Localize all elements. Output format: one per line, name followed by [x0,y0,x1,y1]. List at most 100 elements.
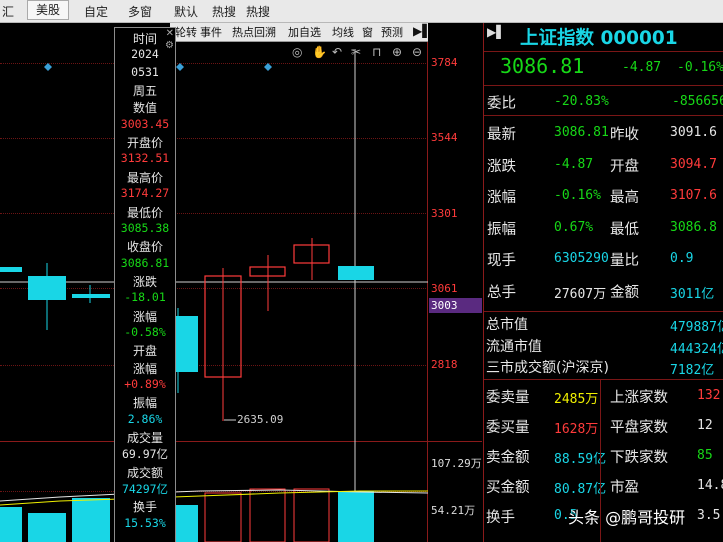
quote-grid-row: 振幅 0.67% 最低 3086.8 [484,211,723,242]
crosshair-price-label: 3003 [431,299,458,312]
eye-icon[interactable]: ◎ [292,45,302,59]
data-window-label: 涨跌 [132,274,157,289]
quote-label: 金额 [610,284,639,301]
undo-icon[interactable]: ↶ [332,45,342,59]
volume-bar [204,492,242,542]
quote-value: 3086.8 [670,219,717,235]
hand-icon[interactable]: ✋ [312,45,327,59]
quote-label: 最新 [487,127,516,143]
market-value: 479887亿 [670,320,723,335]
tab-add-watchlist[interactable]: 加自选 [288,24,321,40]
stats-value: 14.8 [697,478,723,493]
stats-label: 委买量 [486,420,530,436]
market-label: 总市值 [486,317,528,333]
data-window-label: 收盘价 [126,240,163,255]
price-tick: 3301 [431,207,458,220]
volume-bar [0,507,22,542]
data-window-value: 0531 [131,64,159,79]
quote-value: 3094.7 [670,156,717,172]
data-window-value: 74297亿 [121,482,169,497]
tab-window[interactable]: 窗 [362,24,373,40]
quote-label: 昨收 [610,127,639,143]
data-window-value: +0.89% [124,377,166,391]
stats-label: 上涨家数 [610,390,668,406]
quote-label: 总手 [487,284,516,301]
stats-value: 88.59亿 [554,452,607,467]
data-window-value: -18.01 [124,290,166,305]
stats-value: 1628万 [554,422,599,437]
chart-toolbar: 轮转 事件 热点回溯 加自选 均线 窗 预测 ▶▌ [170,23,431,42]
tab-rotation[interactable]: 轮转 [175,24,197,40]
data-window-label: 成交额 [126,465,163,480]
tab-events[interactable]: 事件 [200,24,222,40]
stats-value: 85 [697,448,713,463]
quote-grid-row: 最新 3086.81 昨收 3091.6 [484,116,723,147]
tab-hotspot-review[interactable]: 热点回溯 [232,24,276,40]
data-window-label: 最低价 [126,205,163,220]
candle [174,316,198,372]
volume-bar [338,491,374,542]
data-window-value: 3132.51 [120,151,170,166]
quote-label: 量比 [610,253,639,269]
market-section: 总市值 479887亿流通市值 444324亿三市成交额(沪深京) 7182亿 [484,311,723,380]
quote-value: 0.9 [670,251,694,266]
market-label: 流通市值 [486,338,542,355]
volume-bar [249,488,286,542]
data-window-value: 69.97亿 [121,447,169,462]
volume-tick: 54.21万 [431,504,476,517]
quote-label: 开盘 [610,158,639,175]
weibi-label: 委比 [487,96,516,112]
hot-search-button-2[interactable]: 热搜 [246,3,270,20]
price-change-pct: -0.16% [677,60,723,75]
stats-label: 买金额 [486,480,530,496]
quote-grid-row: 涨跌 -4.87 开盘 3094.7 [484,148,723,179]
data-window-label: 时间 [132,32,157,46]
data-window-value: 3086.81 [120,255,170,270]
stats-label: 卖金额 [486,450,530,466]
multi-window-button[interactable]: 多窗 [128,3,152,20]
hot-search-button-1[interactable]: 热搜 [212,3,236,20]
data-window-label: 周五 [132,84,157,99]
price-tick: 3061 [431,282,458,295]
market-value: 444324亿 [670,341,723,357]
price-tick: 3784 [431,56,458,69]
stats-value: 12 [697,418,713,433]
zoom-in-icon[interactable]: ⊕ [392,45,402,59]
tab-more-arrow-icon[interactable]: ▶▌ [413,24,431,38]
toolbar-left-label[interactable]: 汇 [2,3,14,20]
event-marker-icon [264,63,272,71]
tab-moving-average[interactable]: 均线 [332,24,354,40]
data-window-label: 涨幅 [132,309,157,324]
price-change: -4.87 [622,60,662,75]
lock-icon[interactable]: ⊓ [372,45,381,59]
quote-label: 现手 [487,253,516,269]
kline-chart[interactable]: 3784 3544 3301 3061 3003 2818 107.29万 54… [0,23,482,542]
data-window-label: 涨幅 [132,361,157,376]
quote-title: 上证指数 000001 [520,28,678,49]
volume-bar [293,488,330,542]
data-window-label: 换手 [132,500,157,515]
us-stocks-button[interactable]: 美股 [27,0,69,20]
event-marker-icon [176,63,184,71]
data-window-value: 15.53% [124,515,166,530]
candle [28,276,66,300]
quote-value: 27607万 [554,286,607,302]
stats-label: 下跌家数 [610,450,668,466]
quote-label: 涨跌 [487,158,516,175]
current-price: 3086.81 [500,54,585,78]
quote-grid-row: 现手 6305290 量比 0.9 [484,242,723,273]
volume-bar [28,513,66,542]
data-window-label: 开盘价 [126,136,163,151]
price-row: 3086.81 -4.87 -0.16% [484,51,723,86]
data-window-label: 开盘 [132,344,157,359]
tab-forecast[interactable]: 预测 [381,24,403,40]
custom-button[interactable]: 自定 [84,3,108,20]
collapse-panel-icon[interactable]: ▶▌ [487,25,505,39]
default-button[interactable]: 默认 [174,3,198,20]
event-marker-icon [44,63,52,71]
scissors-icon[interactable]: ✂ [351,45,361,59]
candle [72,294,110,298]
stats-label: 换手 [486,510,515,526]
quote-label: 最低 [610,221,639,238]
zoom-out-icon[interactable]: ⊖ [412,45,422,59]
